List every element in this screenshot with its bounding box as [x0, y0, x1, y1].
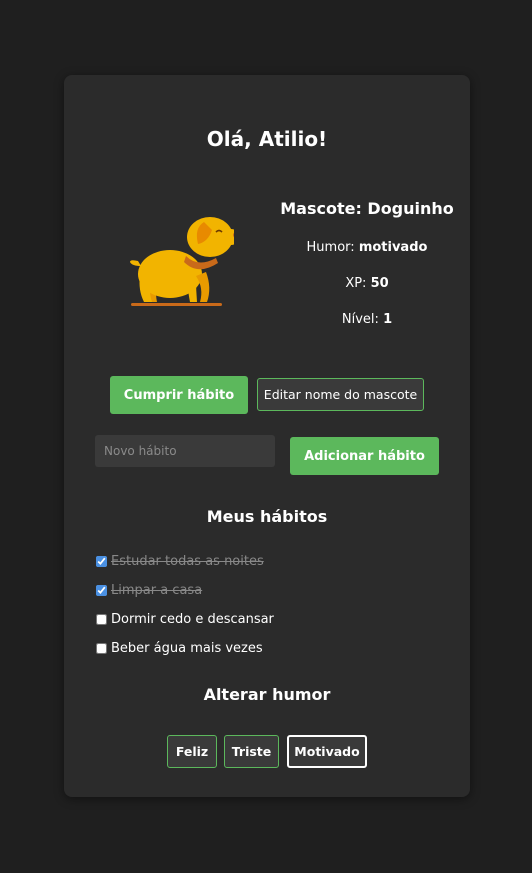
habit-label: Limpar a casa: [111, 583, 203, 598]
habits-title: Meus hábitos: [206, 507, 328, 526]
pet-level-value: 1: [383, 312, 393, 327]
main-card: Olá, Atilio! Mascote: Doguinho Humor: mo…: [64, 75, 470, 797]
pet-level-label: Nível:: [341, 312, 379, 327]
habit-list: Estudar todas as noites Limpar a casa Do…: [96, 547, 274, 663]
pet-level-line: Nível: 1: [272, 311, 462, 329]
edit-pet-name-button[interactable]: Editar nome do mascote: [257, 378, 424, 411]
pet-mood-value: motivado: [358, 240, 428, 255]
habit-label: Beber água mais vezes: [111, 641, 263, 656]
pet-mood-label: Humor:: [306, 240, 355, 255]
pet-xp-line: XP: 50: [272, 275, 462, 293]
habit-item: Limpar a casa: [96, 576, 274, 605]
pet-xp-value: 50: [370, 276, 389, 291]
mood-motivated-button[interactable]: Motivado: [287, 735, 367, 768]
mood-sad-button[interactable]: Triste: [224, 735, 279, 768]
mood-title: Alterar humor: [203, 685, 331, 704]
pet-info: Mascote: Doguinho Humor: motivado XP: 50…: [272, 197, 462, 329]
habit-item: Beber água mais vezes: [96, 634, 274, 663]
habit-checkbox[interactable]: [96, 585, 107, 596]
mood-happy-button[interactable]: Feliz: [167, 735, 217, 768]
habit-item: Estudar todas as noites: [96, 547, 274, 576]
habit-label: Estudar todas as noites: [111, 554, 264, 569]
habit-item: Dormir cedo e descansar: [96, 605, 274, 634]
pet-xp-label: XP:: [345, 276, 367, 291]
habit-checkbox[interactable]: [96, 614, 107, 625]
pet-mood-line: Humor: motivado: [272, 239, 462, 257]
mood-options: Feliz Triste Motivado: [64, 735, 470, 768]
habit-checkbox[interactable]: [96, 556, 107, 567]
habit-label: Dormir cedo e descansar: [111, 612, 274, 627]
complete-habit-button[interactable]: Cumprir hábito: [110, 376, 248, 414]
greeting-title: Olá, Atilio!: [206, 127, 328, 151]
add-habit-button[interactable]: Adicionar hábito: [290, 437, 439, 475]
pet-name-title: Mascote: Doguinho: [280, 199, 454, 218]
dog-mascot-icon: [124, 210, 240, 310]
habit-checkbox[interactable]: [96, 643, 107, 654]
new-habit-input[interactable]: [95, 435, 275, 467]
